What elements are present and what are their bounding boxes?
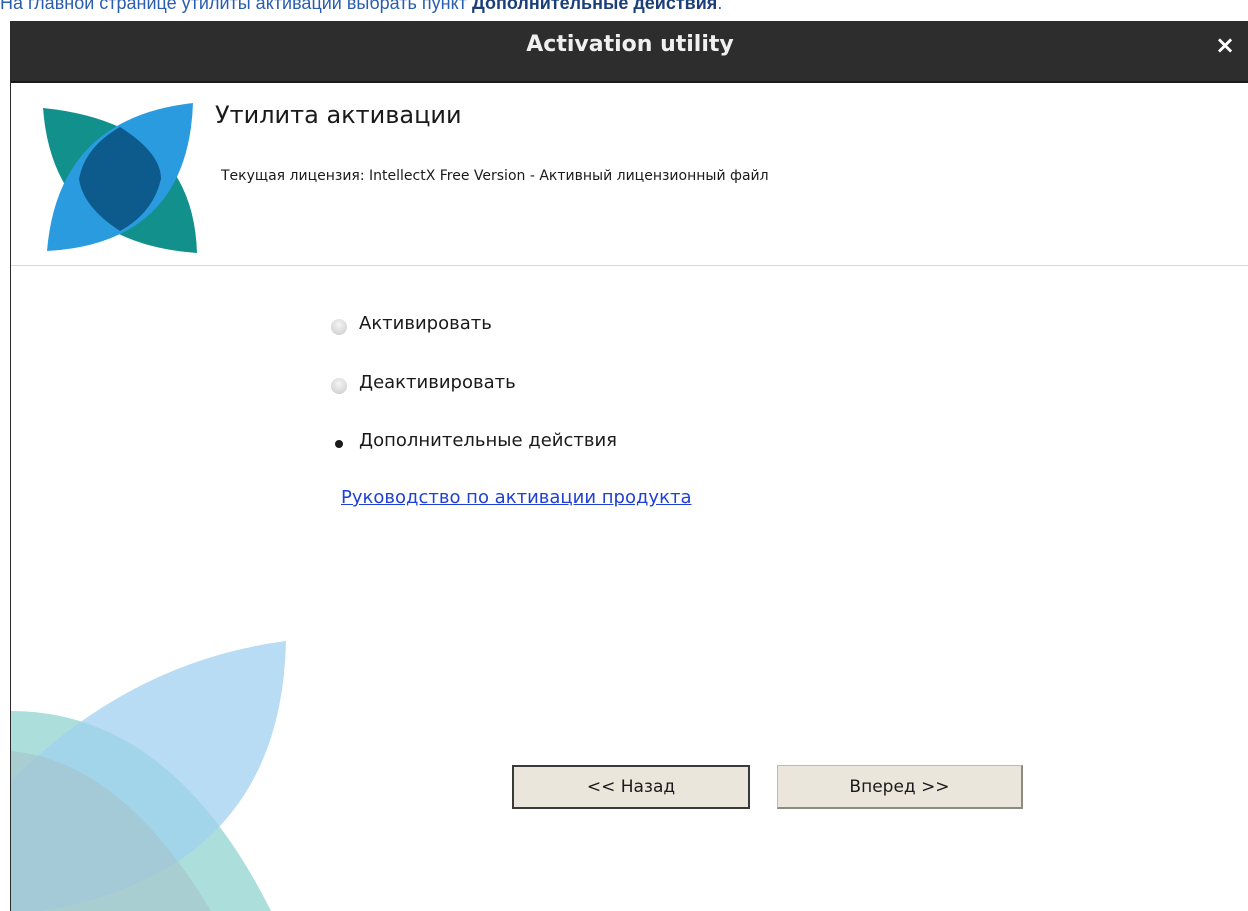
option-deactivate[interactable]: Деактивировать xyxy=(331,368,516,396)
activation-logo-icon xyxy=(43,103,197,253)
caption-suffix: . xyxy=(717,0,723,13)
next-button[interactable]: Вперед >> xyxy=(777,765,1023,809)
app-title: Утилита активации xyxy=(215,101,462,129)
radio-deactivate[interactable] xyxy=(331,378,347,394)
back-button[interactable]: << Назад xyxy=(512,765,750,809)
option-additional-actions[interactable]: Дополнительные действия xyxy=(331,426,617,454)
window-titlebar[interactable]: Activation utility × xyxy=(11,21,1248,83)
close-icon[interactable]: × xyxy=(1209,29,1241,61)
activation-window: Activation utility × Утилита активации Т… xyxy=(10,21,1248,911)
radio-additional-actions[interactable] xyxy=(331,436,347,452)
app-header: Утилита активации Текущая лицензия: Inte… xyxy=(11,83,1248,266)
page-caption: На главной странице утилиты активации вы… xyxy=(0,0,722,12)
option-activate-label: Активировать xyxy=(359,312,492,334)
caption-prefix: На главной странице утилиты активации вы… xyxy=(0,0,472,13)
background-decoration xyxy=(11,641,286,911)
activation-guide-link[interactable]: Руководство по активации продукта xyxy=(341,487,743,508)
license-status: Текущая лицензия: IntellectX Free Versio… xyxy=(221,168,769,184)
option-deactivate-label: Деактивировать xyxy=(359,371,516,393)
option-additional-actions-label: Дополнительные действия xyxy=(359,429,618,451)
option-activate[interactable]: Активировать xyxy=(331,309,492,337)
caption-bold: Дополнительные действия xyxy=(471,0,718,13)
window-title: Activation utility xyxy=(526,32,734,57)
radio-activate[interactable] xyxy=(331,319,347,335)
